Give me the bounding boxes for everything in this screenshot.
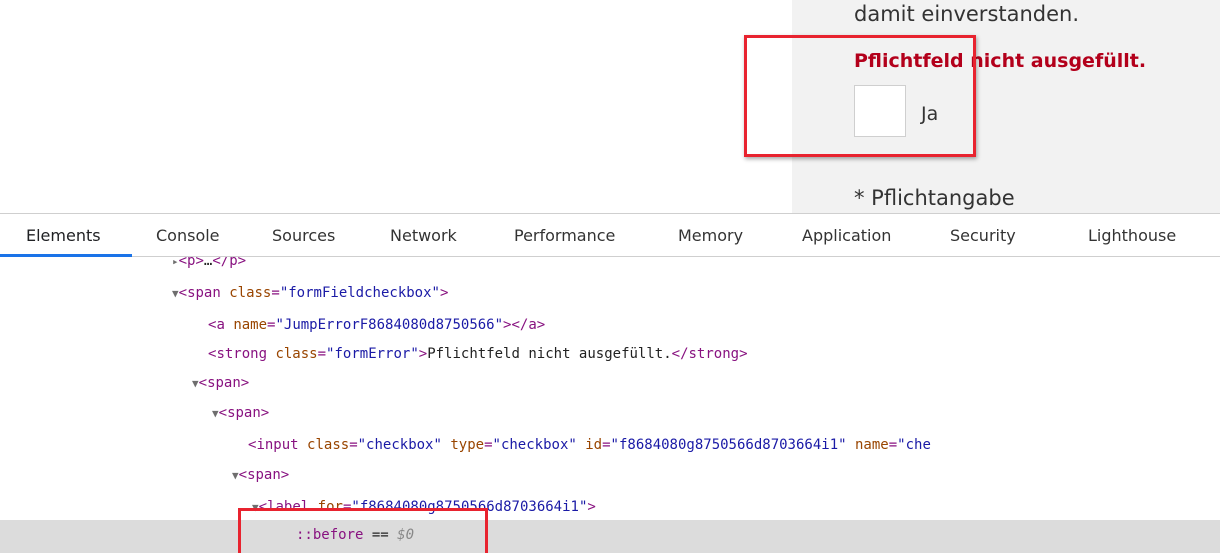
dom-node-a[interactable]: <a name="JumpErrorF8684080d8750566"></a> [0,315,1220,335]
dom-node-span-formfieldcheckbox[interactable]: ▼<span class="formFieldcheckbox"> [0,283,1220,303]
elements-tree: ▸<p>…</p> ▼<span class="formFieldcheckbo… [0,257,1220,553]
tab-security[interactable]: Security [950,214,1016,256]
tab-application[interactable]: Application [802,214,891,256]
collapse-triangle-icon[interactable]: ▼ [192,377,199,390]
dom-node-p[interactable]: ▸<p>…</p> [0,257,1220,271]
tab-lighthouse[interactable]: Lighthouse [1088,214,1176,256]
tab-elements[interactable]: Elements [26,214,101,256]
collapse-triangle-icon[interactable]: ▼ [212,407,219,420]
expand-triangle-icon[interactable]: ▸ [172,257,179,268]
devtools-tab-bar: Elements Console Sources Network Perform… [0,213,1220,257]
tab-sources[interactable]: Sources [272,214,335,256]
dom-node-label[interactable]: ▼<label for="f8684080g8750566d8703664i1"… [0,497,1220,517]
dom-node-input[interactable]: <input class="checkbox" type="checkbox" … [0,435,1220,455]
dom-node-span[interactable]: ▼<span> [0,465,1220,485]
annotation-highlight-box [238,508,488,553]
tab-network[interactable]: Network [390,214,457,256]
tab-console[interactable]: Console [156,214,220,256]
dom-node-span[interactable]: ▼<span> [0,403,1220,423]
tab-performance[interactable]: Performance [514,214,615,256]
dom-node-span[interactable]: ▼<span> [0,373,1220,393]
dom-node-strong[interactable]: <strong class="formError">Pflichtfeld ni… [0,344,1220,364]
dom-node-pseudo-before[interactable]: ::before == $0 [0,525,1220,545]
collapse-triangle-icon[interactable]: ▼ [172,287,179,300]
required-field-note: * Pflichtangabe [854,186,1015,210]
page-preview: damit einverstanden. Pflichtfeld nicht a… [0,0,1220,213]
tab-memory[interactable]: Memory [678,214,743,256]
consent-text: damit einverstanden. [854,2,1080,26]
collapse-triangle-icon[interactable]: ▼ [232,469,239,482]
annotation-highlight-box [744,35,976,157]
